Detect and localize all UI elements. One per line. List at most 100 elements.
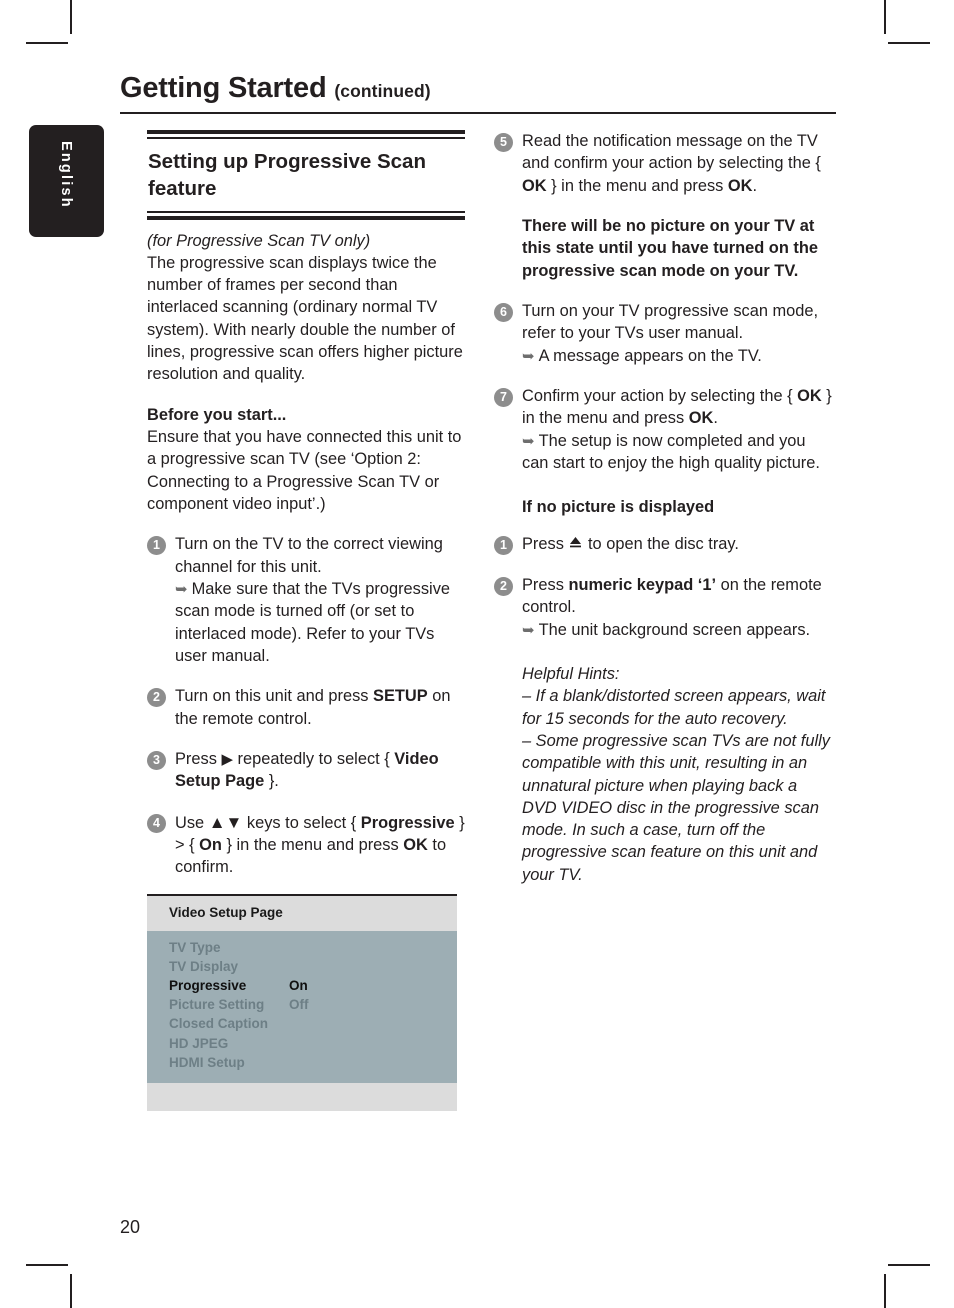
no-picture-step-2-substep: ➥ The unit background screen appears.: [522, 619, 836, 641]
page-title-text: Getting Started: [120, 72, 327, 104]
step-number-badge: 3: [147, 750, 166, 770]
menu-row-progressive[interactable]: Progressive On: [169, 976, 457, 995]
step-6-substep-text: A message appears on the TV.: [538, 346, 762, 365]
menu-row-value: Off: [289, 997, 309, 1013]
step-4-text-mid3: } in the menu and press: [221, 835, 404, 854]
helpful-hint-2: – Some progressive scan TVs are not full…: [522, 731, 830, 884]
menu-row-label: Progressive: [169, 978, 247, 994]
right-column: 5 Read the notification message on the T…: [494, 130, 836, 886]
menu-row-label: Closed Caption: [169, 1016, 269, 1032]
step-5: 5 Read the notification message on the T…: [494, 130, 836, 197]
intro-italic-note: (for Progressive Scan TV only): [147, 231, 371, 250]
step-4-text-pre: Use: [175, 813, 209, 832]
menu-title: Video Setup Page: [147, 896, 457, 931]
step-1-substep-text: Make sure that the TVs progressive scan …: [175, 579, 451, 665]
menu-row[interactable]: Closed Caption: [169, 1014, 457, 1033]
crop-mark-bottom-right-horizontal: [888, 1264, 930, 1266]
arrow-right-icon: ➥: [522, 432, 535, 450]
menu-row[interactable]: Picture Setting Off: [169, 995, 457, 1014]
page-title: Getting Started (continued): [120, 72, 836, 105]
before-you-start-body: Ensure that you have connected this unit…: [147, 428, 462, 513]
step-3-text-pre: Press: [175, 749, 222, 768]
no-picture-step-1-text-post: to open the disc tray.: [583, 534, 739, 553]
step-6-substep: ➥ A message appears on the TV.: [522, 345, 836, 367]
no-picture-step-1: 1 Press to open the disc tray.: [494, 533, 836, 556]
menu-row[interactable]: TV Display: [169, 957, 457, 976]
no-picture-step-1-text-pre: Press: [522, 534, 569, 553]
step-4-on-keyword: On: [199, 835, 222, 854]
language-tab: English: [29, 125, 104, 237]
step-number-badge: 6: [494, 302, 513, 322]
header-divider-rule: [120, 112, 836, 114]
step-number-badge: 7: [494, 387, 513, 407]
step-6: 6 Turn on your TV progressive scan mode,…: [494, 300, 836, 367]
intro-body-paragraph: The progressive scan displays twice the …: [147, 253, 463, 384]
menu-row-label: HDMI Setup: [169, 1054, 245, 1070]
step-1: 1 Turn on the TV to the correct viewing …: [147, 533, 465, 667]
menu-row-label: Picture Setting: [169, 997, 265, 1013]
step-7-text-post: .: [713, 409, 718, 428]
step-5-ok-keyword: OK: [522, 176, 547, 195]
step-3-text-post: }.: [264, 772, 279, 791]
step-5-text-post: .: [752, 176, 758, 195]
crop-mark-bottom-left-horizontal: [26, 1264, 68, 1266]
language-tab-label: English: [58, 141, 75, 209]
page-number: 20: [120, 1217, 141, 1237]
step-number-badge: 1: [147, 536, 166, 556]
step-7-substep-text: The setup is now completed and you can s…: [522, 431, 820, 472]
up-down-arrow-keys-icon: ▲▼: [208, 812, 243, 832]
menu-row-label: TV Type: [169, 939, 221, 955]
step-4-text-mid: keys to select {: [242, 813, 361, 832]
warning-no-picture: There will be no picture on your TV at t…: [522, 216, 818, 280]
page-title-continued: (continued): [334, 81, 431, 101]
step-4-progressive-keyword: Progressive: [360, 813, 455, 832]
step-6-text: Turn on your TV progressive scan mode, r…: [522, 301, 819, 343]
step-1-text: Turn on the TV to the correct viewing ch…: [175, 535, 443, 576]
menu-footer: [147, 1082, 457, 1111]
menu-row[interactable]: TV Type: [169, 938, 457, 957]
no-picture-step-2: 2 Press numeric keypad ‘1’ on the remote…: [494, 574, 836, 641]
arrow-right-icon: ➥: [522, 347, 535, 365]
menu-row[interactable]: HD JPEG: [169, 1034, 457, 1053]
left-column: Setting up Progressive Scan feature (for…: [147, 130, 465, 1111]
no-picture-step-2-keypad-keyword: numeric keypad ‘1’: [568, 575, 717, 594]
step-7: 7 Confirm your action by selecting the {…: [494, 385, 836, 474]
page-header: Getting Started (continued): [120, 72, 836, 105]
eject-icon: [568, 535, 583, 556]
step-number-badge: 5: [494, 133, 513, 152]
video-setup-page-menu: Video Setup Page TV Type TV Display Prog…: [147, 894, 457, 1111]
step-7-ok-button-keyword: OK: [688, 409, 714, 428]
helpful-hints-heading: Helpful Hints:: [522, 664, 620, 683]
step-number-badge: 2: [147, 688, 166, 708]
step-number-badge: 1: [494, 535, 513, 555]
step-2-text-pre: Turn on this unit and press: [175, 687, 374, 706]
step-7-substep: ➥ The setup is now completed and you can …: [522, 430, 836, 475]
menu-row-value: On: [289, 978, 308, 994]
no-picture-step-2-text-pre: Press: [522, 575, 569, 594]
menu-row[interactable]: HDMI Setup: [169, 1053, 457, 1072]
crop-mark-bottom-left-vertical: [70, 1274, 72, 1308]
menu-row-label: HD JPEG: [169, 1035, 229, 1051]
step-3: 3 Press ▶ repeatedly to select { Video S…: [147, 748, 465, 793]
crop-mark-top-right-vertical: [884, 0, 886, 34]
step-7-text-pre: Confirm your action by selecting the {: [522, 386, 798, 405]
no-picture-step-2-substep-text: The unit background screen appears.: [538, 620, 811, 639]
before-you-start-heading: Before you start...: [147, 405, 287, 424]
crop-mark-top-right-horizontal: [888, 42, 930, 44]
helpful-hint-1: – If a blank/distorted screen appears, w…: [522, 687, 826, 728]
right-arrow-key-icon: ▶: [221, 750, 233, 768]
step-1-substep: ➥ Make sure that the TVs progressive scan…: [175, 578, 465, 667]
step-number-badge: 4: [147, 813, 166, 833]
menu-body: TV Type TV Display Progressive On Pictur…: [147, 930, 457, 1083]
crop-mark-bottom-right-vertical: [884, 1274, 886, 1308]
section-title: Setting up Progressive Scan feature: [148, 149, 426, 200]
step-4-ok-keyword: OK: [403, 835, 428, 854]
menu-row-label: TV Display: [169, 958, 239, 974]
step-7-ok-keyword: OK: [797, 386, 822, 405]
no-picture-heading: If no picture is displayed: [522, 498, 715, 517]
